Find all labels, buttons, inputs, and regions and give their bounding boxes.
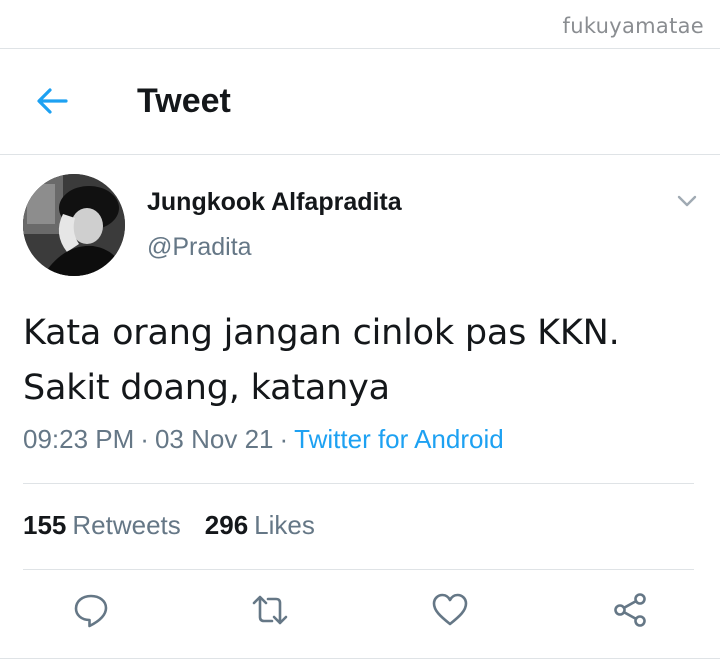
avatar-photo: [23, 174, 125, 276]
page-title: Tweet: [137, 82, 231, 120]
display-name[interactable]: Jungkook Alfapradita: [147, 188, 402, 217]
tweet-text-line: Kata orang jangan cinlok pas KKN.: [23, 313, 620, 353]
tweet-text-line: Sakit doang, katanya: [23, 368, 390, 408]
bottom-divider: [0, 658, 720, 659]
header-divider: [0, 154, 720, 155]
reply-button[interactable]: [71, 590, 111, 630]
likes-count: 296: [204, 510, 249, 540]
back-button[interactable]: [34, 86, 70, 116]
watermark: fukuyamatae: [562, 14, 704, 38]
tweet-source-link[interactable]: Twitter for Android: [294, 424, 504, 454]
action-bar: [0, 590, 720, 634]
tweet-text: Kata orang jangan cinlok pas KKN. Sakit …: [23, 306, 703, 416]
tweet-time: 09:23 PM: [23, 424, 135, 454]
like-button[interactable]: [430, 590, 470, 630]
user-handle[interactable]: @Pradita: [147, 233, 252, 262]
chevron-down-icon: [677, 195, 697, 207]
likes-stat[interactable]: 296 Likes: [205, 510, 315, 540]
meta-separator: ·: [140, 424, 149, 454]
tweet-options-button[interactable]: [676, 192, 698, 210]
share-icon: [614, 593, 646, 627]
meta-separator: ·: [279, 424, 289, 454]
header: Tweet: [0, 48, 720, 154]
retweets-count: 155: [23, 510, 67, 540]
avatar[interactable]: [23, 174, 125, 276]
tweet-meta: 09:23 PM · 03 Nov 21 · Twitter for Android: [23, 424, 504, 455]
reply-icon: [74, 594, 108, 628]
retweets-label: Retweets: [72, 510, 181, 540]
likes-label: Likes: [254, 510, 315, 540]
tweet-stats: 155 Retweets 296 Likes: [23, 510, 315, 541]
share-button[interactable]: [610, 590, 650, 630]
tweet-date: 03 Nov 21: [154, 424, 274, 454]
like-icon: [432, 593, 468, 626]
arrow-left-icon: [37, 88, 68, 114]
retweet-button[interactable]: [250, 590, 290, 630]
stats-divider: [23, 569, 694, 570]
meta-divider: [23, 483, 694, 484]
retweets-stat[interactable]: 155 Retweets: [23, 510, 181, 540]
retweet-icon: [252, 595, 288, 625]
